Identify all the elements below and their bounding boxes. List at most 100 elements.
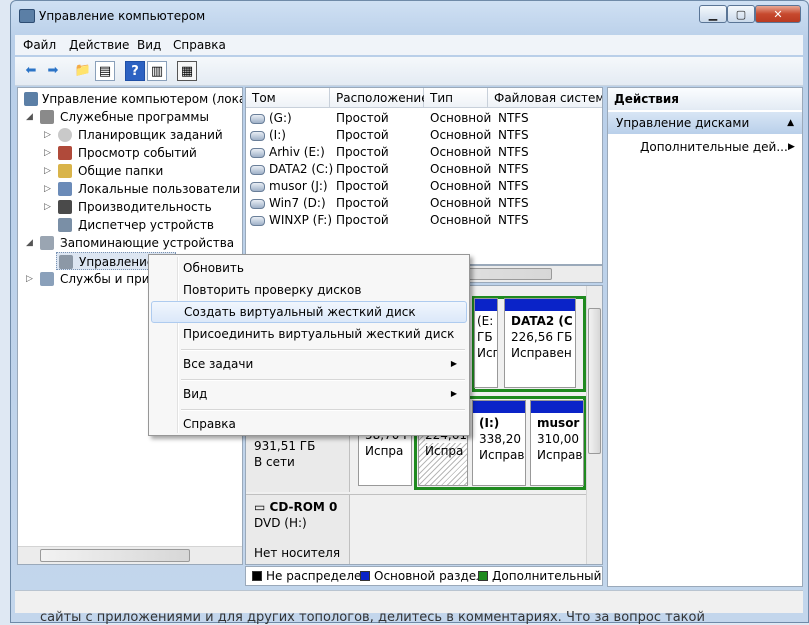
up-folder-icon[interactable]: 📁 (73, 61, 93, 81)
submenu-arrow-icon: ▶ (788, 142, 795, 152)
partition-i[interactable]: (I:) 338,20 Г Исправ (472, 400, 526, 486)
menu-view[interactable]: Вид (137, 38, 161, 52)
minimize-button[interactable]: ▁ (699, 5, 727, 23)
column-header-filesystem[interactable]: Файловая система (488, 88, 602, 108)
close-button[interactable]: ✕ (755, 5, 801, 23)
menu-item-refresh[interactable]: Обновить (151, 257, 467, 279)
back-arrow-icon[interactable]: ⬅ (21, 61, 41, 81)
partition-label: (E: (477, 314, 494, 328)
volume-icon (250, 164, 265, 175)
partition-status: Испра (425, 444, 464, 458)
storage-icon (40, 236, 54, 250)
title-bar[interactable]: Управление компьютером ▁ ▢ ✕ (11, 1, 809, 31)
table-row[interactable]: Arhiv (E:) Простой Основной NTFS (246, 144, 602, 161)
menu-action[interactable]: Действие (69, 38, 129, 52)
table-row[interactable]: (I:) Простой Основной NTFS (246, 127, 602, 144)
cdrom-status: Нет носителя (254, 546, 341, 560)
window-title: Управление компьютером (39, 9, 206, 23)
volume-icon (250, 113, 265, 124)
partition-status: Исправ (477, 346, 497, 360)
disk-management-icon (59, 255, 73, 269)
more-actions-label: Дополнительные дей... (640, 140, 788, 154)
menu-item-label: Создать виртуальный жесткий диск (184, 305, 416, 319)
collapse-icon[interactable]: ▲ (787, 112, 794, 134)
more-actions-item[interactable]: Дополнительные дей... (640, 138, 788, 156)
clock-icon (58, 128, 72, 142)
disk-view-vertical-scrollbar[interactable] (586, 286, 602, 564)
partition-label: DATA2 (C (511, 314, 573, 328)
partition-musor[interactable]: musor 310,00 Г Исправ (530, 400, 584, 486)
legend-primary-swatch (360, 571, 370, 581)
menu-item-label: Присоединить виртуальный жесткий диск (183, 327, 455, 341)
legend-extended-label: Дополнительный р (492, 569, 603, 583)
cdrom-info[interactable]: ▭ CD-ROM 0 DVD (H:) Нет носителя (246, 494, 350, 564)
actions-section-disk-management[interactable]: Управление дисками ▲ (608, 112, 802, 134)
performance-icon (58, 200, 72, 214)
services-icon (40, 272, 54, 286)
partition-e[interactable]: (E: ГБ Исправ (474, 298, 498, 388)
expander-icon[interactable]: ▷ (44, 180, 54, 198)
volume-icon (250, 198, 265, 209)
expander-icon[interactable]: ▷ (26, 270, 36, 288)
device-manager-icon (58, 218, 72, 232)
scrollbar-thumb[interactable] (588, 308, 601, 454)
legend: Не распределен Основной раздел Дополните… (245, 566, 603, 586)
properties-icon[interactable]: ▦ (177, 61, 197, 81)
menu-item-label: Вид (183, 387, 208, 401)
cdrom-icon: ▭ (254, 500, 270, 514)
primary-partition-band (475, 299, 497, 311)
table-row[interactable]: WINXP (F:) Простой Основной NTFS (246, 212, 602, 229)
actions-section-label: Управление дисками (616, 116, 750, 130)
expander-icon[interactable]: ◢ (26, 108, 36, 126)
help-icon[interactable]: ? (125, 61, 145, 81)
volume-icon (250, 130, 265, 141)
partition-size: 226,56 ГБ (511, 330, 573, 344)
menu-item-rescan-disks[interactable]: Повторить проверку дисков (151, 279, 467, 301)
expander-icon[interactable]: ▷ (44, 144, 54, 162)
primary-partition-band (505, 299, 575, 311)
menu-item-all-tasks[interactable]: Все задачи ▶ (151, 353, 467, 375)
tree-horizontal-scrollbar[interactable] (18, 546, 242, 564)
menu-item-create-vhd[interactable]: Создать виртуальный жесткий диск (151, 301, 467, 323)
submenu-arrow-icon: ▶ (450, 359, 457, 368)
partition-status: Исправ (537, 448, 583, 462)
legend-extended-swatch (478, 571, 488, 581)
expander-icon[interactable]: ▷ (44, 198, 54, 216)
menu-help[interactable]: Справка (173, 38, 226, 52)
forward-arrow-icon[interactable]: ➡ (43, 61, 63, 81)
table-row[interactable]: DATA2 (C:) Простой Основной NTFS (246, 161, 602, 178)
menu-item-attach-vhd[interactable]: Присоединить виртуальный жесткий диск (151, 323, 467, 345)
column-header-layout[interactable]: Расположение (330, 88, 429, 108)
column-header-volume[interactable]: Том (246, 88, 330, 108)
partition-status: Исправ (479, 448, 525, 462)
legend-primary-label: Основной раздел (374, 569, 484, 583)
volume-icon (250, 181, 265, 192)
scrollbar-thumb[interactable] (40, 549, 190, 562)
volume-icon (250, 215, 265, 226)
disk-size: 931,51 ГБ (254, 439, 316, 453)
table-row[interactable]: Win7 (D:) Простой Основной NTFS (246, 195, 602, 212)
menu-item-help[interactable]: Справка (151, 413, 467, 435)
menu-separator (181, 349, 465, 351)
show-hide-tree-icon[interactable]: ▤ (95, 61, 115, 81)
menu-separator (181, 379, 465, 381)
show-hide-action-pane-icon[interactable]: ▥ (147, 61, 167, 81)
partition-status: Исправен (511, 346, 572, 360)
menu-item-label: Все задачи (183, 357, 254, 371)
expander-icon[interactable]: ▷ (44, 126, 54, 144)
menu-item-view[interactable]: Вид ▶ (151, 383, 467, 405)
tools-icon (40, 110, 54, 124)
maximize-button[interactable]: ▢ (727, 5, 755, 23)
table-row[interactable]: musor (J:) Простой Основной NTFS (246, 178, 602, 195)
cdrom-drive: DVD (H:) (254, 516, 307, 530)
expander-icon[interactable]: ▷ (44, 162, 54, 180)
table-row[interactable]: (G:) Простой Основной NTFS (246, 110, 602, 127)
expander-icon[interactable]: ◢ (26, 234, 36, 252)
menu-item-label: Обновить (183, 261, 244, 275)
column-header-type[interactable]: Тип (424, 88, 488, 108)
menu-separator (181, 409, 465, 411)
context-menu: Обновить Повторить проверку дисков Созда… (148, 254, 470, 436)
partition-data2[interactable]: DATA2 (C 226,56 ГБ Исправен (504, 298, 576, 388)
menu-file[interactable]: Файл (23, 38, 56, 52)
partition-size: 310,00 Г (537, 432, 583, 446)
